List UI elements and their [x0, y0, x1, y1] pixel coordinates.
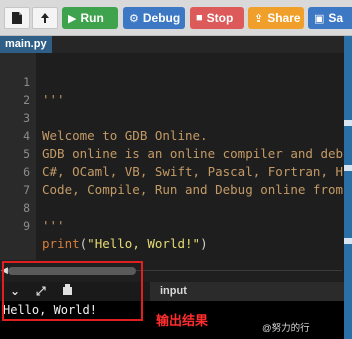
tab-main-py[interactable]: main.py	[0, 36, 52, 53]
scrollbar-marker	[344, 238, 352, 244]
horizontal-scrollbar-track	[136, 270, 342, 271]
scrollbar-marker	[344, 120, 352, 126]
input-tab[interactable]: input	[150, 282, 344, 301]
code-line: 2	[23, 93, 30, 107]
run-button[interactable]: ▶ Run	[62, 7, 118, 29]
annotation-label: 输出结果	[156, 313, 209, 328]
code-line: 9 print("Hello, World!")	[23, 219, 208, 251]
watermark: @努力的行	[262, 323, 310, 334]
output-text: Hello, World!	[3, 303, 97, 317]
code-function-name: print	[42, 236, 80, 251]
share-button[interactable]: ⇪ Share	[248, 7, 304, 29]
code-line: 4 GDB online is an online compiler and d…	[23, 129, 344, 161]
stop-icon: ■	[196, 12, 203, 24]
file-tab-strip: main.py	[0, 36, 344, 53]
code-line: 7	[23, 183, 30, 197]
chevron-down-icon[interactable]: ⌄	[10, 284, 20, 298]
code-line: 3 Welcome to GDB Online.	[23, 111, 208, 143]
code-paren-close: )	[200, 236, 208, 251]
code-line: 8 '''	[23, 201, 65, 233]
save-button[interactable]: ▣ Sa	[308, 7, 352, 29]
code-string: "Hello, World!"	[87, 236, 201, 251]
play-icon: ▶	[68, 12, 77, 25]
scroll-left-icon[interactable]: ◀	[1, 265, 8, 276]
expand-icon[interactable]: ⤢	[36, 284, 46, 299]
output-console: Hello, World! 输出结果 @努力的行	[0, 301, 344, 339]
vertical-scrollbar[interactable]	[344, 36, 352, 339]
debug-button[interactable]: ⚙ Debug	[123, 7, 185, 29]
io-toolbar: ⌄ ⤢ input	[0, 282, 344, 301]
scrollbar-marker	[344, 165, 352, 171]
code-line: 6 Code, Compile, Run and Debug online fr…	[23, 165, 344, 197]
toolbar: ▶ Run ⚙ Debug ■ Stop ⇪ Share ▣ Sa	[0, 0, 352, 36]
code-line: 1 '''	[23, 75, 65, 107]
horizontal-scrollbar-thumb[interactable]	[8, 267, 136, 275]
gear-icon: ⚙	[129, 12, 139, 25]
share-icon: ⇪	[254, 12, 264, 25]
save-icon: ▣	[314, 12, 325, 25]
new-file-icon[interactable]	[4, 7, 30, 29]
upload-icon[interactable]	[32, 7, 58, 29]
code-editor[interactable]: 1 ''' 2 3 Welcome to GDB Online. 4 GDB o…	[0, 53, 344, 260]
stop-button[interactable]: ■ Stop	[190, 7, 244, 29]
clear-console-icon[interactable]	[62, 284, 73, 299]
code-line: 5 C#, OCaml, VB, Swift, Pascal, Fortran,…	[23, 147, 344, 179]
horizontal-scroll-area: ◀	[0, 260, 344, 282]
